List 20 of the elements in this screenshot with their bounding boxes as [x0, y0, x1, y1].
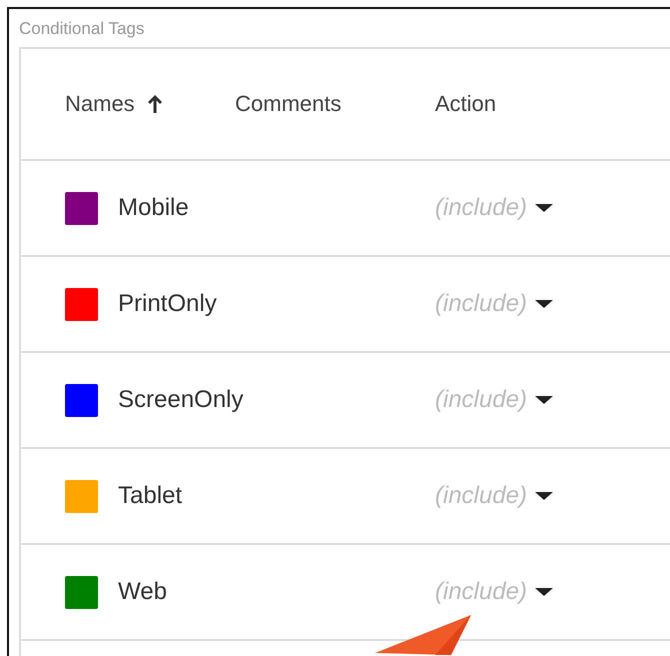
tag-name: Web — [118, 578, 167, 606]
tag-name: PrintOnly — [118, 290, 217, 318]
caret-icon[interactable] — [535, 299, 554, 309]
tag-name: Mobile — [118, 194, 189, 222]
action-dropdown[interactable]: (include) — [435, 194, 554, 222]
caret-icon[interactable] — [535, 395, 554, 405]
action-dropdown[interactable]: (include) — [435, 578, 554, 606]
action-dropdown[interactable]: (include) — [435, 386, 554, 414]
column-header[interactable]: Names — [65, 91, 135, 117]
action-dropdown[interactable]: (include) — [435, 482, 554, 510]
tag-name: ScreenOnly — [118, 386, 244, 414]
sort-arrow-icon[interactable] — [146, 94, 163, 114]
action-dropdown[interactable]: (include) — [435, 290, 554, 318]
tag-name: Tablet — [118, 482, 182, 510]
caret-icon[interactable] — [535, 587, 554, 597]
panel-title: Conditional Tags — [18, 18, 146, 40]
caret-icon[interactable] — [535, 203, 554, 213]
caret-icon[interactable] — [535, 491, 554, 501]
column-header[interactable]: Comments — [235, 91, 342, 117]
column-header[interactable]: Action — [435, 91, 496, 117]
